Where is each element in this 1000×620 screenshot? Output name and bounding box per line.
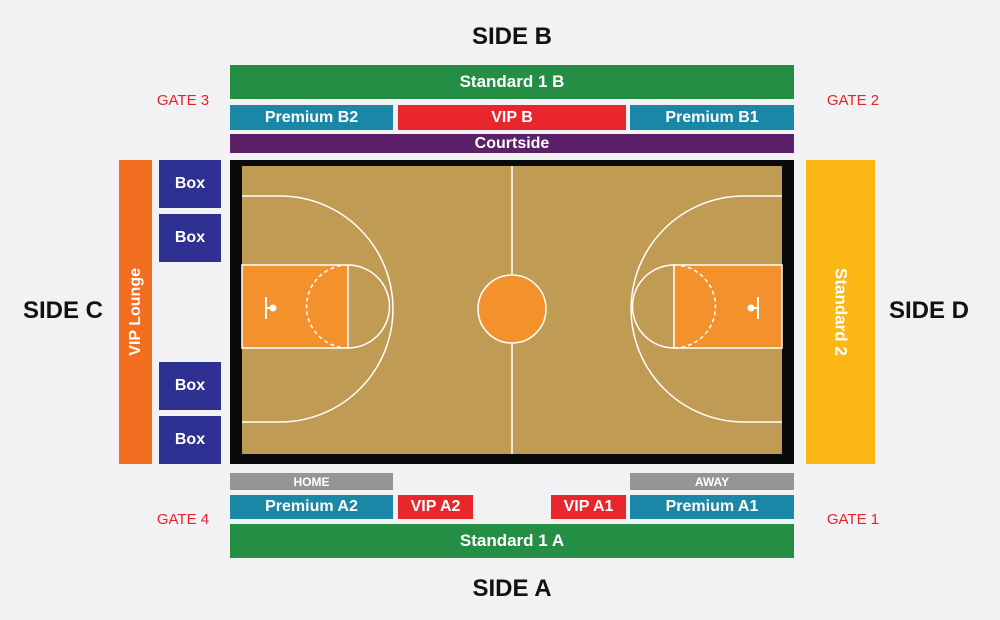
side-a-label: SIDE A [472, 575, 552, 602]
section-vip-lounge[interactable]: VIP Lounge [119, 160, 152, 464]
right-paint [673, 264, 783, 349]
section-vip-a1[interactable]: VIP A1 [551, 495, 626, 519]
right-basket [747, 304, 755, 312]
gate-4-label: GATE 4 [156, 510, 210, 528]
gate-2-label: GATE 2 [826, 91, 880, 109]
bench-away: AWAY [630, 473, 794, 490]
section-premium-b2[interactable]: Premium B2 [230, 105, 393, 130]
center-circle [477, 274, 547, 344]
section-premium-a2[interactable]: Premium A2 [230, 495, 393, 519]
side-c-label: SIDE C [22, 297, 103, 324]
section-vip-b[interactable]: VIP B [398, 105, 626, 130]
vip-lounge-label: VIP Lounge [126, 268, 144, 356]
gate-3-label: GATE 3 [156, 91, 210, 109]
bench-home: HOME [230, 473, 393, 490]
side-b-label: SIDE B [471, 23, 552, 50]
standard-2-label: Standard 2 [831, 268, 851, 356]
basketball-court [230, 160, 794, 464]
section-vip-a2[interactable]: VIP A2 [398, 495, 473, 519]
gate-1-label: GATE 1 [826, 510, 880, 528]
section-box-3[interactable]: Box [159, 362, 221, 410]
side-d-label: SIDE D [888, 297, 969, 324]
section-box-4[interactable]: Box [159, 416, 221, 464]
section-premium-a1[interactable]: Premium A1 [630, 495, 794, 519]
section-standard-1a[interactable]: Standard 1 A [230, 524, 794, 558]
section-box-2[interactable]: Box [159, 214, 221, 262]
section-box-1[interactable]: Box [159, 160, 221, 208]
section-premium-b1[interactable]: Premium B1 [630, 105, 794, 130]
left-paint [241, 264, 349, 349]
section-courtside[interactable]: Courtside [230, 134, 794, 153]
left-basket [269, 304, 277, 312]
section-standard-1b[interactable]: Standard 1 B [230, 65, 794, 99]
section-standard-2[interactable]: Standard 2 [806, 160, 875, 464]
